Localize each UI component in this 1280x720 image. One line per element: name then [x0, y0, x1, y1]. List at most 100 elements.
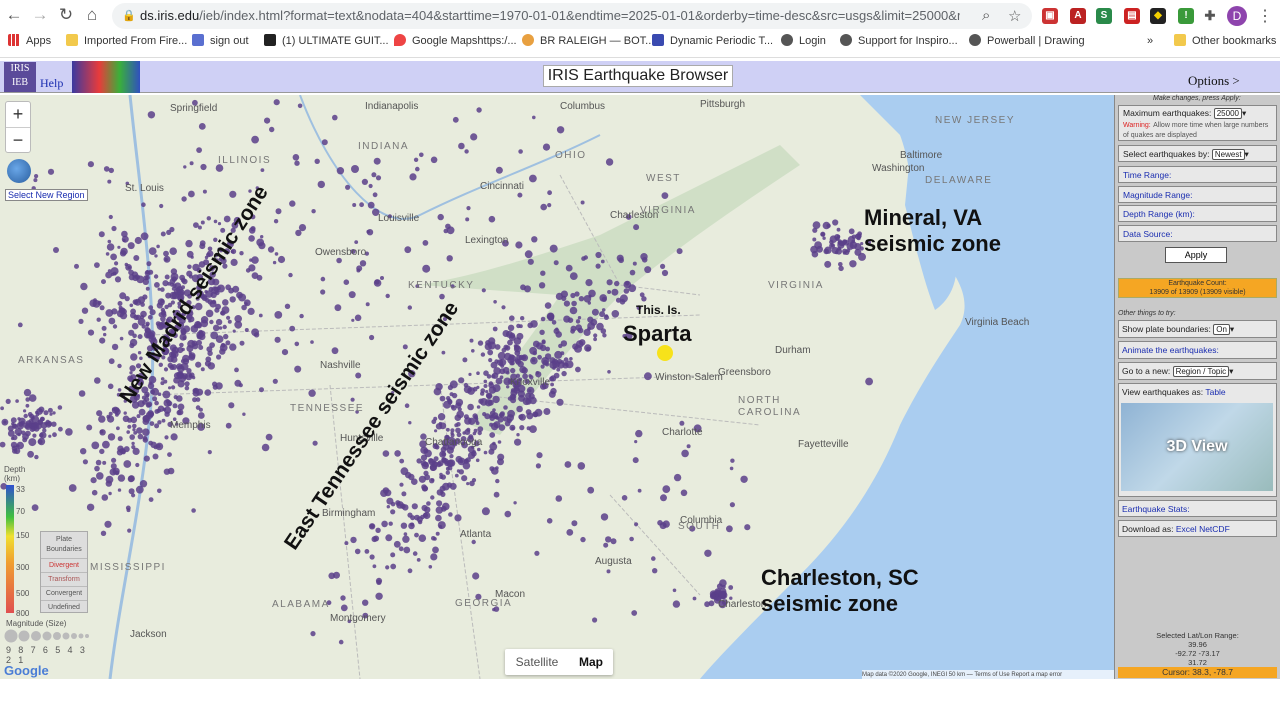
bookmarks-overflow[interactable]: »	[1147, 33, 1153, 49]
earthquake-dot	[449, 454, 454, 459]
shield-extension-icon[interactable]: ◆	[1150, 8, 1166, 24]
earthquake-dot	[110, 463, 117, 470]
plate-boundaries-select[interactable]: On	[1213, 324, 1230, 335]
satellite-button[interactable]: Satellite	[505, 649, 569, 675]
earthquake-dot	[132, 428, 136, 432]
reload-icon[interactable]: ↻	[56, 5, 76, 25]
earthquake-dot	[108, 167, 115, 174]
sparta-marker[interactable]	[657, 345, 673, 361]
apply-button[interactable]: Apply	[1165, 247, 1227, 263]
earthquake-dot	[516, 405, 523, 413]
table-link[interactable]: Table	[1205, 387, 1225, 397]
earthquake-dot	[186, 345, 194, 352]
earthquake-dot	[556, 398, 564, 406]
earthquake-dot	[435, 514, 442, 522]
excel-link[interactable]: Excel	[1176, 524, 1197, 534]
earthquake-dot	[107, 433, 116, 441]
select-by-select[interactable]: Newest	[1211, 149, 1245, 160]
forward-icon[interactable]: →	[30, 5, 50, 25]
earthquake-dot	[466, 427, 471, 432]
zoom-icon[interactable]: ⌕	[982, 7, 990, 24]
time-range-link[interactable]: Time Range:	[1118, 166, 1277, 183]
globe-icon[interactable]	[7, 159, 31, 183]
earthquake-dot	[634, 440, 638, 444]
earthquake-dot	[23, 413, 28, 419]
earthquake-dot	[428, 458, 436, 466]
plate-divergent: Divergent	[41, 558, 87, 572]
earthquake-dot	[148, 497, 154, 502]
menu-icon[interactable]: ⋮	[1257, 6, 1273, 26]
bookmark-folder[interactable]: Imported From Fire...	[66, 33, 187, 49]
bookmark-other[interactable]: Other bookmarks	[1174, 33, 1276, 49]
earthquake-dot	[499, 362, 503, 367]
bookmark-powerball[interactable]: Powerball | Drawing	[969, 33, 1085, 49]
max-quakes-select[interactable]: 25000	[1213, 108, 1242, 119]
earthquake-dot	[439, 395, 446, 402]
earthquake-dot	[145, 286, 150, 291]
earthquake-dot	[570, 328, 575, 334]
iris-logo[interactable]: IRIS IEB	[4, 62, 36, 92]
depth-range-link[interactable]: Depth Range (km):	[1118, 205, 1277, 222]
earthquake-dot	[127, 242, 135, 250]
select-region-link[interactable]: Select New Region	[5, 189, 88, 201]
bookmark-apps[interactable]: Apps	[8, 33, 51, 49]
map-attribution[interactable]: Map data ©2020 Google, INEGI 50 km ⎯⎯ Te…	[862, 670, 1114, 679]
bookmark-maps[interactable]: Google Mapshttps:/...	[394, 33, 517, 49]
earthquake-dot	[634, 522, 639, 527]
bookmark-support[interactable]: Support for Inspiro...	[840, 33, 958, 49]
extension-icon[interactable]: ▣	[1042, 8, 1058, 24]
earthquake-dot	[837, 239, 843, 244]
address-bar[interactable]: 🔒 ds.iris.edu/ieb/index.html?format=text…	[112, 3, 1032, 29]
earthquake-dot	[652, 568, 658, 574]
earthquake-dot	[396, 502, 401, 507]
bookmark-raleigh[interactable]: BR RALEIGH — BOT...	[522, 33, 654, 49]
earthquake-dot	[225, 284, 232, 291]
puzzle-icon[interactable]: ✚	[1202, 8, 1218, 24]
help-link[interactable]: Help	[40, 76, 63, 91]
netcdf-link[interactable]: NetCDF	[1199, 524, 1230, 534]
earthquake-stats-link[interactable]: Earthquake Stats:	[1118, 500, 1277, 517]
3d-view-button[interactable]: 3D View	[1121, 403, 1273, 491]
earthquake-dot	[171, 286, 176, 291]
bookmark-periodic[interactable]: Dynamic Periodic T...	[652, 33, 773, 49]
earthquake-dot	[836, 227, 841, 232]
goto-select[interactable]: Region / Topic	[1172, 366, 1230, 377]
bookmark-guitar[interactable]: (1) ULTIMATE GUIT...	[264, 33, 389, 49]
goto-box: Go to a new: Region / Topic ▾	[1118, 362, 1277, 380]
home-icon[interactable]: ⌂	[82, 5, 102, 25]
earthquake-dot	[463, 385, 472, 394]
map-type-control: Satellite Map	[505, 649, 613, 675]
options-link[interactable]: Options >	[1188, 73, 1240, 89]
bookmark-login[interactable]: Login	[781, 33, 826, 49]
bookmark-star-icon[interactable]: ☆	[1008, 7, 1021, 25]
animate-link[interactable]: Animate the earthquakes:	[1118, 341, 1277, 359]
data-source-link[interactable]: Data Source:	[1118, 225, 1277, 242]
sheets-extension-icon[interactable]: S	[1096, 8, 1112, 24]
earthquake-dot	[350, 397, 355, 402]
zoom-in-button[interactable]: +	[6, 102, 30, 128]
pdf-extension-icon[interactable]: A	[1070, 8, 1086, 24]
earthquake-dot	[51, 421, 57, 427]
map-canvas[interactable]: Springfield Indianapolis Columbus Pittsburg…	[0, 95, 1114, 679]
earthquake-dot	[108, 411, 113, 416]
earthquake-dot	[229, 296, 236, 303]
earthquake-dot	[497, 453, 505, 461]
zoom-out-button[interactable]: −	[6, 128, 30, 154]
extension-icon[interactable]: !	[1178, 8, 1194, 24]
bookmark-signout[interactable]: sign out	[192, 33, 249, 49]
earthquake-dot	[393, 540, 401, 548]
earthquake-dot	[380, 276, 384, 280]
magnitude-range-link[interactable]: Magnitude Range:	[1118, 186, 1277, 203]
profile-avatar[interactable]: D	[1227, 6, 1247, 26]
map-button[interactable]: Map	[569, 649, 613, 675]
earthquake-dot	[205, 309, 214, 318]
earthquake-dot	[245, 268, 251, 273]
earthquake-dot	[553, 260, 559, 266]
back-icon[interactable]: ←	[4, 5, 24, 25]
earthquake-dot	[564, 461, 572, 468]
earthquake-dot	[193, 222, 199, 228]
earthquake-dot	[40, 416, 45, 422]
extension-icon[interactable]: ▤	[1124, 8, 1140, 24]
earthquake-dot	[308, 389, 316, 397]
map-legend: Depth (km) 33 70 150 300 500 800 Plate B…	[2, 463, 89, 673]
